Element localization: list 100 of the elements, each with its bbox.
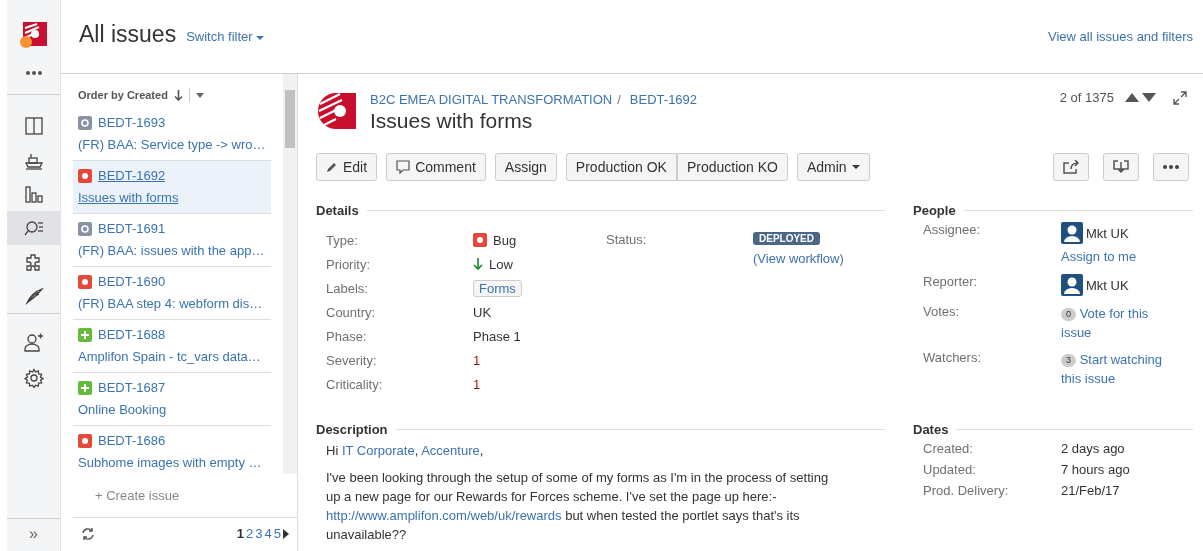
issue-key: BEDT-1690 [98, 271, 166, 293]
speech-bubble-icon [396, 160, 411, 174]
field-value: 1 [473, 376, 481, 392]
issue-title: Issues with forms [370, 109, 534, 133]
export-button[interactable] [1103, 153, 1139, 181]
assign-to-me-link[interactable]: Assign to me [1061, 247, 1137, 266]
date-value: 7 hours ago [1061, 462, 1130, 477]
field-label: Watchers: [923, 350, 983, 367]
expand-icon[interactable] [1173, 90, 1187, 105]
pencil-icon [326, 161, 338, 173]
page-link[interactable]: 2 [246, 526, 254, 541]
issue-summary: Subhome images with empty … [78, 454, 263, 472]
settings-icon[interactable] [23, 368, 44, 388]
issue-summary: (FR) BAA: issues with the app… [78, 242, 266, 260]
issue-list-item[interactable]: BEDT-1692 Issues with forms [73, 161, 271, 214]
bracket-text: ( [753, 251, 758, 266]
issue-summary: (FR) BAA: Service type -> wro… [78, 136, 266, 154]
issue-key: BEDT-1691 [98, 218, 166, 240]
add-user-icon[interactable] [23, 332, 44, 352]
download-icon [1113, 160, 1129, 174]
refresh-icon[interactable] [81, 526, 95, 541]
issue-key: BEDT-1688 [98, 324, 166, 346]
field-value: UK [473, 304, 492, 320]
issue-summary: Online Booking [78, 401, 168, 419]
action-link[interactable]: 0 Vote for this issue [1061, 304, 1181, 342]
field-value: Phase 1 [473, 328, 521, 344]
field-label: Created: [923, 441, 974, 456]
toolbar-button[interactable]: Assign [494, 153, 557, 181]
issue-key-link[interactable]: BEDT-1692 [629, 92, 698, 107]
switch-filter-link[interactable]: Switch filter [186, 29, 265, 44]
issue-type-icon [78, 275, 92, 289]
toolbar-button[interactable]: Production OK [565, 153, 677, 181]
issue-summary: Issues with forms [78, 189, 180, 207]
page-link[interactable]: 5 [273, 526, 281, 541]
label-tag[interactable]: Forms [473, 279, 522, 297]
description-link[interactable]: http://www.amplifon.com/web/uk/rewards [326, 508, 562, 523]
issue-list-item[interactable]: BEDT-1688 Amplifon Spain - tc_vars data… [73, 320, 271, 373]
logo-icon[interactable] [18, 20, 49, 50]
previous-issue-icon[interactable] [1125, 93, 1139, 102]
description-link[interactable]: Accenture [421, 443, 480, 458]
scrollbar[interactable] [283, 74, 297, 474]
field-label: Country: [326, 304, 377, 320]
section-heading: Details [316, 203, 359, 218]
description-link[interactable]: IT Corporate [341, 443, 415, 458]
issue-list-item[interactable]: BEDT-1691 (FR) BAA: issues with the app… [73, 214, 271, 267]
issue-list-item[interactable]: BEDT-1690 (FR) BAA step 4: webform dis… [73, 267, 271, 320]
description-paragraph: Hi IT Corporate, Accenture, [326, 442, 485, 460]
field-label: Severity: [326, 352, 378, 368]
count-badge: 0 [1061, 308, 1076, 322]
description-paragraph: I've been looking through the setup of some of my forms as I'm in the process of setting up a new page for our Rewards for Forces scheme. I've set the page up here:- http://www.amplifon.com/web/uk/rewards but when tested the portlet says that's its unavailable?? [326, 469, 830, 544]
more-button[interactable] [1153, 153, 1189, 181]
section-heading: People [913, 203, 956, 218]
down-arrow-icon [473, 258, 483, 270]
toolbar-button[interactable]: Comment [386, 153, 486, 181]
issue-summary: Amplifon Spain - tc_vars data… [78, 348, 262, 366]
more-icon[interactable] [24, 70, 43, 76]
date-value: 21/Feb/17 [1061, 483, 1120, 498]
issue-list-item[interactable]: BEDT-1687 Online Booking [73, 373, 271, 426]
order-button[interactable]: Order by Created [78, 89, 168, 101]
issue-type-icon [78, 116, 92, 130]
issue-type-icon [78, 328, 92, 342]
issue-type-icon [78, 381, 92, 395]
search-icon[interactable] [7, 211, 60, 245]
page-link[interactable]: 4 [264, 526, 272, 541]
share-button[interactable] [1053, 153, 1089, 181]
expand-button[interactable]: » [7, 518, 60, 551]
issue-key: BEDT-1687 [98, 377, 166, 399]
more-icon [1163, 165, 1179, 169]
create-issue-link[interactable]: + Create issue [73, 474, 297, 518]
count-badge: 3 [1061, 354, 1076, 368]
bug-icon [473, 233, 487, 247]
field-label: Priority: [326, 256, 372, 272]
field-value: Bug [493, 232, 517, 248]
toolbar-button[interactable]: Admin [796, 153, 870, 181]
action-link[interactable]: 3 Start watching this issue [1061, 350, 1181, 388]
toolbar-button[interactable]: Production KO [676, 153, 788, 181]
date-value: 2 days ago [1061, 441, 1125, 456]
field-label: Updated: [923, 462, 977, 477]
issue-type-icon [78, 169, 92, 183]
issue-key: BEDT-1692 [98, 165, 166, 187]
caret-icon[interactable] [195, 92, 204, 98]
project-link[interactable]: B2C EMEA DIGITAL TRANSFORMATION [370, 92, 613, 107]
page-link[interactable]: 1 [236, 526, 245, 541]
view-all-link[interactable]: View all issues and filters [1048, 29, 1193, 44]
field-label: Criticality: [326, 376, 384, 392]
field-label: Votes: [923, 304, 961, 321]
avatar-icon [1061, 274, 1083, 296]
field-label: Status: [606, 231, 648, 247]
next-issue-icon[interactable] [1142, 93, 1156, 102]
issue-type-icon [78, 434, 92, 448]
field-value: Low [489, 256, 513, 272]
next-page-icon[interactable] [283, 528, 289, 539]
toolbar-button[interactable]: Edit [316, 153, 378, 181]
field-label: Reporter: [923, 274, 979, 291]
bracket-text: ) [839, 251, 844, 266]
field-label: Type: [326, 232, 359, 248]
page-link[interactable]: 3 [255, 526, 263, 541]
user-name: Mkt UK [1086, 276, 1129, 295]
view-workflow-link[interactable]: View workflow [757, 251, 840, 266]
issue-list-item[interactable]: BEDT-1686 Subhome images with empty … [73, 426, 271, 474]
